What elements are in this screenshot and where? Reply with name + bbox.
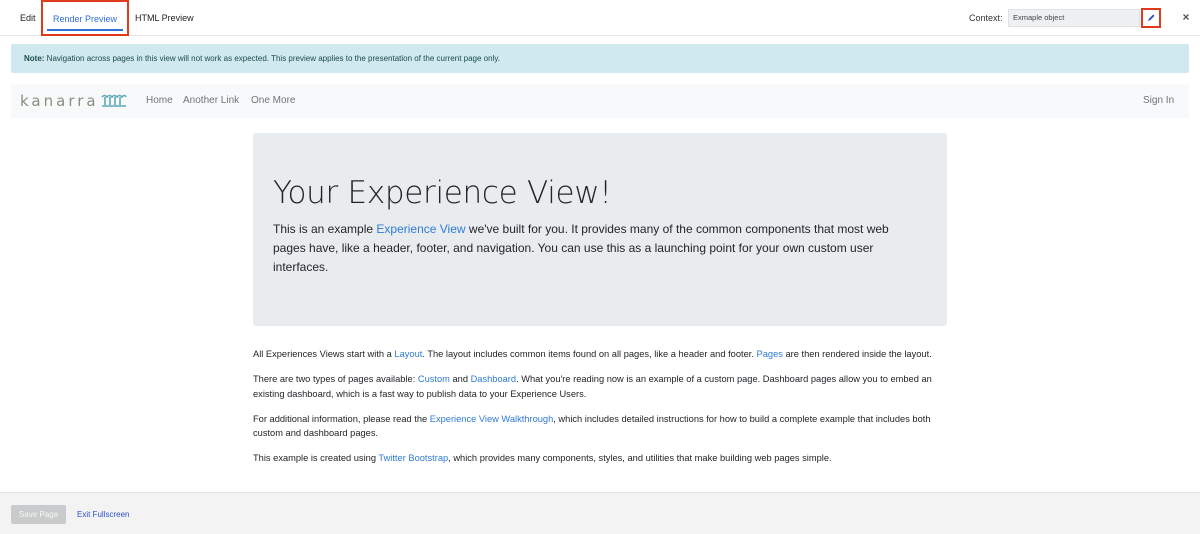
bootstrap-link[interactable]: Twitter Bootstrap — [378, 453, 448, 463]
walkthrough-link[interactable]: Experience View Walkthrough — [430, 414, 554, 424]
experience-view-link[interactable]: Experience View — [376, 222, 465, 236]
text: , which provides many components, styles… — [448, 453, 832, 463]
dashboard-link[interactable]: Dashboard — [471, 374, 516, 384]
close-icon: × — [1182, 10, 1190, 24]
text: . The layout includes common items found… — [422, 349, 757, 359]
nav-link-another[interactable]: Another Link — [183, 84, 239, 118]
tab-render-preview[interactable]: Render Preview — [41, 0, 129, 36]
hero-lead: This is an example Experience View we've… — [273, 220, 923, 277]
brand-logo[interactable]: kanarra — [20, 92, 127, 110]
tab-edit[interactable]: Edit — [20, 0, 36, 36]
preview-note-banner: Note: Navigation across pages in this vi… — [11, 44, 1189, 73]
paragraph-layouts: All Experiences Views start with a Layou… — [253, 347, 953, 362]
hero-lead-text: This is an example — [273, 222, 377, 236]
save-page-button[interactable]: Save Page — [11, 505, 66, 524]
text: There are two types of pages available: — [253, 374, 418, 384]
context-field[interactable]: Exmaple object — [1008, 9, 1140, 27]
editor-footer: Save Page Exit Fullscreen — [0, 492, 1200, 534]
note-prefix: Note: — [24, 54, 45, 63]
hero-jumbotron: Your Experience View! This is an example… — [253, 133, 947, 326]
waves-logo-icon — [100, 94, 127, 108]
text: This example is created using — [253, 453, 379, 463]
paragraph-page-types: There are two types of pages available: … — [253, 372, 953, 401]
hero-title: Your Experience View! — [273, 175, 612, 211]
edit-context-button[interactable] — [1141, 8, 1161, 28]
pages-link[interactable]: Pages — [757, 349, 783, 359]
exit-fullscreen-link[interactable]: Exit Fullscreen — [77, 505, 129, 524]
preview-tab-bar: Edit Render Preview HTML Preview Context… — [0, 0, 1200, 36]
paragraph-bootstrap: This example is created using Twitter Bo… — [253, 451, 953, 466]
note-text: Navigation across pages in this view wil… — [44, 54, 500, 63]
nav-link-home[interactable]: Home — [146, 84, 173, 118]
text: are then rendered inside the layout. — [782, 349, 932, 359]
nav-link-one-more[interactable]: One More — [251, 84, 295, 118]
sign-in-link[interactable]: Sign In — [1143, 84, 1174, 118]
text: and — [449, 374, 471, 384]
active-tab-indicator — [47, 29, 123, 31]
text: For additional information, please read … — [253, 413, 430, 424]
layout-link[interactable]: Layout — [394, 349, 422, 359]
tab-render-preview-label: Render Preview — [52, 14, 118, 24]
close-button[interactable]: × — [1180, 9, 1192, 25]
preview-navbar: kanarra Home Another Link One More Sign … — [11, 84, 1189, 118]
custom-link[interactable]: Custom — [418, 374, 450, 384]
page-content: All Experiences Views start with a Layou… — [253, 347, 953, 476]
paragraph-walkthrough: For additional information, please read … — [253, 412, 953, 441]
pencil-icon — [1147, 9, 1156, 27]
text: All Experiences Views start with a — [253, 349, 395, 359]
tab-html-preview[interactable]: HTML Preview — [135, 0, 194, 36]
brand-logo-text: kanarra — [20, 92, 99, 110]
context-label: Context: — [969, 13, 1003, 23]
